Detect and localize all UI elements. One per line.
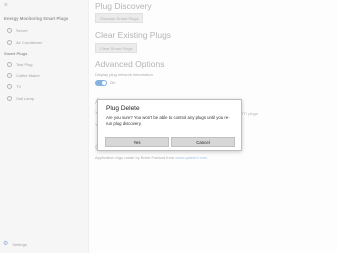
cancel-button[interactable]: Cancel (171, 137, 235, 147)
app-window: ☰ Energy Monitoring Smart Plugs Server A… (0, 0, 337, 253)
dialog-message: Are you sure? You won't be able to contr… (106, 115, 230, 126)
plug-delete-dialog: Plug Delete Are you sure? You won't be a… (97, 99, 242, 151)
dialog-title: Plug Delete (106, 105, 140, 112)
yes-button[interactable]: Yes (105, 137, 169, 147)
